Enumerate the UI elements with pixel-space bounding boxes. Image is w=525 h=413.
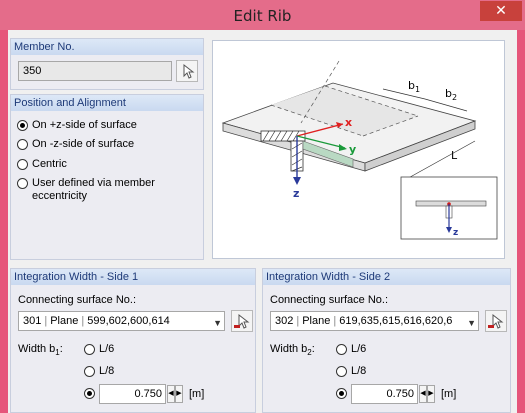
side2-unit: [m] [441,388,457,400]
title-bar: Edit Rib ✕ [0,0,525,30]
side1-surface-type: Plane [50,315,79,327]
side1-panel: Integration Width - Side 1 Connecting su… [10,268,256,413]
side2-radio-l8[interactable] [336,366,347,377]
side2-width-input[interactable]: 0.750 [351,384,418,404]
label-centric: Centric [32,158,67,170]
label-minus-z: On -z-side of surface [32,138,135,150]
side2-surface-no: 302 [275,315,294,327]
side1-unit: [m] [189,388,205,400]
side1-header: Integration Width - Side 1 [11,269,255,285]
dim-b1-main: b [408,79,415,92]
side1-surface-label: Connecting surface No.: [18,294,137,306]
side1-surface-list: 599,602,600,614 [87,315,170,327]
dim-b1-sub: 1 [415,85,420,94]
pick-cursor-icon [234,313,250,329]
inset-z-label: z [453,228,458,238]
radio-plus-z[interactable] [17,120,28,131]
side2-label-l8: L/8 [351,365,367,377]
radio-minus-z[interactable] [17,139,28,150]
side2-width-label-colon: : [311,343,315,355]
side1-radio-l6[interactable] [84,344,95,355]
rib-diagram: b1 b2 L x y z z [212,40,505,259]
side1-spin-down[interactable]: ◀ [167,385,175,403]
close-icon: ✕ [495,3,507,19]
pick-cursor-icon [183,63,195,79]
side1-width-label-colon: : [59,343,63,355]
side2-radio-custom[interactable] [336,388,347,399]
dim-b2-label: b2 [445,87,457,102]
pick-cursor-icon [488,313,504,329]
axis-y-label: y [349,143,356,156]
window-title: Edit Rib [233,7,292,25]
side2-radio-l6[interactable] [336,344,347,355]
side1-width-label-main: Width b [18,343,56,355]
side1-label-l6: L/6 [99,343,115,355]
label-user-defined-2: eccentricity [32,190,88,202]
side2-surface-label: Connecting surface No.: [270,294,389,306]
dialog-body: Member No. 350 Position and Alignment On… [8,30,517,413]
pick-member-button[interactable] [176,60,198,82]
chevron-down-icon: ▼ [213,318,222,328]
side1-width-input[interactable]: 0.750 [99,384,166,404]
side2-surface-type: Plane [302,315,331,327]
side1-width-label: Width b1: [18,343,63,357]
dim-b1-label: b1 [408,79,420,94]
side1-pick-button[interactable] [231,310,253,332]
side1-surface-no: 301 [23,315,42,327]
side2-spin-up[interactable]: ▶ [427,385,435,403]
side2-surface-list: 619,635,615,616,620,6 [339,315,453,327]
side2-width-label: Width b2: [270,343,315,357]
dim-l-label: L [451,149,458,162]
side2-spin-down[interactable]: ◀ [419,385,427,403]
rib-illustration: b1 b2 L x y z z [221,60,498,240]
side2-pick-button[interactable] [485,310,507,332]
label-user-defined: User defined via member [32,177,155,189]
axis-x-label: x [345,116,352,129]
chevron-down-icon: ▼ [467,318,476,328]
position-header: Position and Alignment [11,95,203,111]
radio-centric[interactable] [17,159,28,170]
axis-z-label: z [293,187,299,200]
side1-spin-up[interactable]: ▶ [175,385,183,403]
radio-user-defined[interactable] [17,178,28,189]
dim-b2-main: b [445,87,452,100]
side1-radio-l8[interactable] [84,366,95,377]
side1-label-l8: L/8 [99,365,115,377]
close-button[interactable]: ✕ [480,1,522,21]
side1-surface-dropdown[interactable]: 301 | Plane | 599,602,600,614 ▼ [18,311,225,331]
side2-label-l6: L/6 [351,343,367,355]
side2-panel: Integration Width - Side 2 Connecting su… [262,268,511,413]
member-header: Member No. [11,39,203,55]
side2-surface-dropdown[interactable]: 302 | Plane | 619,635,615,616,620,6 ▼ [270,311,479,331]
dim-b2-sub: 2 [452,93,457,102]
side2-width-label-main: Width b [270,343,308,355]
side2-header: Integration Width - Side 2 [263,269,510,285]
label-plus-z: On +z-side of surface [32,119,137,131]
side1-radio-custom[interactable] [84,388,95,399]
member-number-field[interactable]: 350 [18,61,172,81]
position-panel: Position and Alignment On +z-side of sur… [10,94,204,260]
member-panel: Member No. 350 [10,38,204,90]
